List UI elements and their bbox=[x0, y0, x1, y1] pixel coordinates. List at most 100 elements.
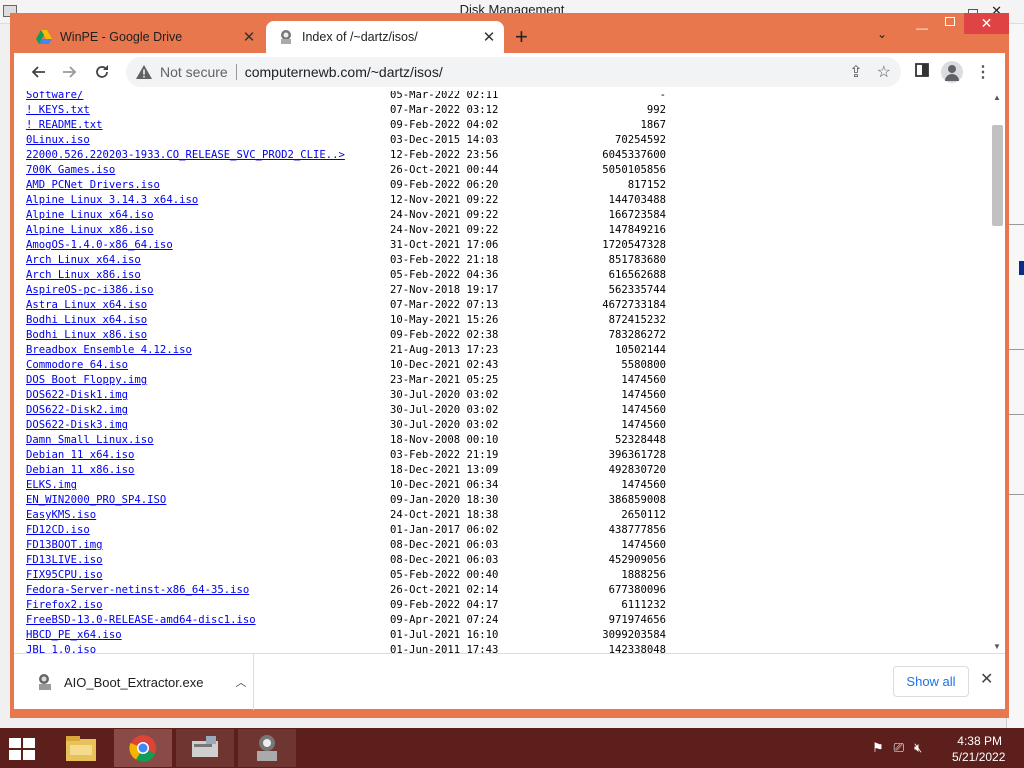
bookmark-star-icon[interactable]: ☆ bbox=[877, 62, 891, 82]
file-link[interactable]: Arch Linux x86.iso bbox=[26, 268, 141, 283]
file-link[interactable]: Commodore 64.iso bbox=[26, 358, 128, 373]
taskbar-clock[interactable]: 4:38 PM 5/21/2022 bbox=[952, 733, 1005, 765]
file-link[interactable]: DOS622-Disk2.img bbox=[26, 403, 128, 418]
file-link[interactable]: 22000.526.220203-1933.CO_RELEASE_SVC_PRO… bbox=[26, 148, 345, 163]
file-link[interactable]: Alpine Linux x86.iso bbox=[26, 223, 154, 238]
start-button[interactable] bbox=[9, 738, 37, 760]
file-link[interactable]: Software/ bbox=[26, 91, 83, 103]
listing-row: Arch Linux x64.iso 03-Feb-2022 21:18 85178… bbox=[26, 253, 666, 268]
close-tab-icon[interactable]: ✕ bbox=[238, 28, 260, 46]
file-link[interactable]: FIX95CPU.iso bbox=[26, 568, 103, 583]
listing-row: Fedora-Server-netinst-x86_64-35.iso 26-Oc… bbox=[26, 583, 666, 598]
back-button[interactable] bbox=[22, 56, 54, 88]
file-link[interactable]: FD12CD.iso bbox=[26, 523, 90, 538]
tab-google-drive[interactable]: WinPE - Google Drive ✕ bbox=[24, 21, 264, 53]
forward-button[interactable] bbox=[54, 56, 86, 88]
file-link[interactable]: Debian 11 x86.iso bbox=[26, 463, 134, 478]
file-link[interactable]: Debian 11 x64.iso bbox=[26, 448, 134, 463]
file-date: 09-Feb-2022 04:17 bbox=[390, 599, 499, 611]
listing-row: Bodhi Linux x86.iso 09-Feb-2022 02:38 7832… bbox=[26, 328, 666, 343]
file-link[interactable]: FD13LIVE.iso bbox=[26, 553, 103, 568]
file-link[interactable]: FreeBSD-13.0-RELEASE-amd64-disc1.iso bbox=[26, 613, 256, 628]
file-link[interactable]: Bodhi Linux x64.iso bbox=[26, 313, 147, 328]
taskbar-chrome[interactable] bbox=[114, 729, 172, 767]
download-shelf: AIO_Boot_Extractor.exe ︿ Show all ✕ bbox=[14, 653, 1005, 710]
listing-row: ! README.txt 09-Feb-2022 04:02 1867 bbox=[26, 118, 666, 133]
show-all-button[interactable]: Show all bbox=[893, 666, 969, 697]
file-date: 05-Feb-2022 00:40 bbox=[390, 569, 499, 581]
file-link[interactable]: 0Linux.iso bbox=[26, 133, 90, 148]
file-explorer-icon bbox=[66, 736, 96, 761]
file-link[interactable]: Bodhi Linux x86.iso bbox=[26, 328, 147, 343]
side-panel-icon[interactable] bbox=[915, 62, 929, 82]
divider bbox=[1007, 414, 1024, 415]
file-link[interactable]: AMD PCNet Drivers.iso bbox=[26, 178, 160, 193]
file-link[interactable]: EasyKMS.iso bbox=[26, 508, 96, 523]
action-center-flag-icon[interactable]: ⚑ bbox=[872, 740, 884, 756]
taskbar-file-explorer[interactable] bbox=[52, 729, 110, 767]
vertical-scrollbar[interactable]: ▲ ▼ bbox=[990, 91, 1005, 653]
listing-row: EasyKMS.iso 24-Oct-2021 18:38 2650112 bbox=[26, 508, 666, 523]
security-label[interactable]: Not secure bbox=[160, 64, 228, 80]
file-link[interactable]: DOS Boot Floppy.img bbox=[26, 373, 147, 388]
menu-kebab-icon[interactable]: ⋮ bbox=[975, 62, 991, 82]
file-link[interactable]: Alpine Linux 3.14.3 x64.iso bbox=[26, 193, 198, 208]
taskbar-aio-boot[interactable] bbox=[238, 729, 296, 767]
close-window-button[interactable]: ✕ bbox=[964, 13, 1009, 34]
file-link[interactable]: 700K Games.iso bbox=[26, 163, 115, 178]
file-size: 6045337600 bbox=[602, 149, 666, 161]
listing-row: ! KEYS.txt 07-Mar-2022 03:12 992 bbox=[26, 103, 666, 118]
file-size: 1474560 bbox=[621, 539, 666, 551]
file-link[interactable]: HBCD_PE_x64.iso bbox=[26, 628, 122, 643]
scroll-up-icon[interactable]: ▲ bbox=[993, 93, 1001, 102]
download-item[interactable]: AIO_Boot_Extractor.exe ︿ bbox=[14, 654, 254, 710]
warning-icon[interactable] bbox=[136, 65, 152, 79]
listing-row: Debian 11 x64.iso 03-Feb-2022 21:19 396361… bbox=[26, 448, 666, 463]
volume-muted-icon[interactable]: 🔇︎ bbox=[914, 740, 922, 756]
file-size: 438777856 bbox=[608, 524, 666, 536]
file-link[interactable]: ! KEYS.txt bbox=[26, 103, 90, 118]
scroll-down-icon[interactable]: ▼ bbox=[993, 642, 1001, 651]
file-link[interactable]: AspireOS-pc-i386.iso bbox=[26, 283, 154, 298]
file-link[interactable]: Astra Linux x64.iso bbox=[26, 298, 147, 313]
file-link[interactable]: DOS622-Disk3.img bbox=[26, 418, 128, 433]
file-link[interactable]: EN_WIN2000_PRO_SP4.ISO bbox=[26, 493, 166, 508]
file-date: 18-Nov-2008 00:10 bbox=[390, 434, 499, 446]
address-bar[interactable]: Not secure computernewb.com/~dartz/isos/… bbox=[126, 57, 901, 87]
aio-boot-icon bbox=[257, 735, 277, 761]
file-link[interactable]: ! README.txt bbox=[26, 118, 103, 133]
maximize-icon[interactable] bbox=[945, 17, 955, 26]
file-link[interactable]: Damn Small Linux.iso bbox=[26, 433, 154, 448]
file-link[interactable]: JBL 1.0.iso bbox=[26, 643, 96, 653]
tab-search-icon[interactable]: ⌄ bbox=[877, 27, 887, 41]
file-link[interactable]: Firefox2.iso bbox=[26, 598, 103, 613]
close-shelf-icon[interactable]: ✕ bbox=[980, 669, 993, 689]
file-link[interactable]: DOS622-Disk1.img bbox=[26, 388, 128, 403]
url-text[interactable]: computernewb.com/~dartz/isos/ bbox=[245, 64, 443, 80]
scrollbar-thumb[interactable] bbox=[992, 125, 1003, 226]
file-size: 1474560 bbox=[621, 479, 666, 491]
new-tab-button[interactable]: + bbox=[515, 24, 528, 50]
file-link[interactable]: FD13BOOT.img bbox=[26, 538, 103, 553]
file-link[interactable]: Arch Linux x64.iso bbox=[26, 253, 141, 268]
close-tab-icon[interactable]: ✕ bbox=[478, 28, 500, 46]
listing-row: DOS622-Disk1.img 30-Jul-2020 03:02 1474560 bbox=[26, 388, 666, 403]
profile-avatar-icon[interactable] bbox=[941, 61, 963, 83]
file-date: 24-Oct-2021 18:38 bbox=[390, 509, 499, 521]
tab-index-isos[interactable]: Index of /~dartz/isos/ ✕ bbox=[266, 21, 504, 53]
reload-button[interactable] bbox=[86, 56, 118, 88]
partition-bar bbox=[1019, 261, 1024, 275]
file-link[interactable]: Fedora-Server-netinst-x86_64-35.iso bbox=[26, 583, 249, 598]
file-link[interactable]: Alpine Linux x64.iso bbox=[26, 208, 154, 223]
network-icon[interactable]: ⎚ bbox=[894, 740, 904, 756]
file-size: 562335744 bbox=[608, 284, 666, 296]
chevron-up-icon[interactable]: ︿ bbox=[235, 674, 246, 690]
file-link[interactable]: Breadbox Ensemble 4.12.iso bbox=[26, 343, 192, 358]
file-link[interactable]: ELKS.img bbox=[26, 478, 77, 493]
taskbar-disk-management[interactable] bbox=[176, 729, 234, 767]
file-link[interactable]: AmogOS-1.4.0-x86_64.iso bbox=[26, 238, 173, 253]
listing-row: Arch Linux x86.iso 05-Feb-2022 04:36 61656… bbox=[26, 268, 666, 283]
share-icon[interactable]: ⇪ bbox=[849, 62, 862, 82]
minimize-icon[interactable]: — bbox=[916, 21, 930, 35]
file-date: 08-Dec-2021 06:03 bbox=[390, 554, 499, 566]
